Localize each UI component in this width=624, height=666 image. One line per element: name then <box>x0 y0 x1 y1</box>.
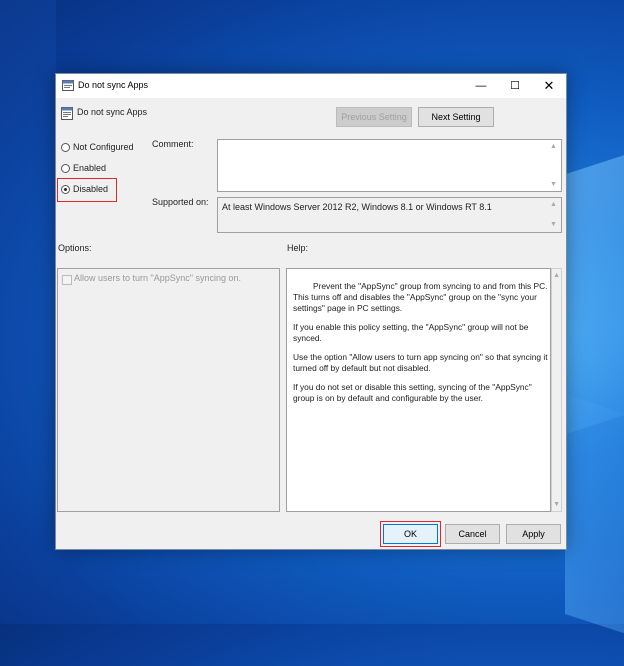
radio-label: Not Configured <box>73 142 134 152</box>
apply-button[interactable]: Apply <box>506 524 561 544</box>
help-panel: Prevent the "AppSync" group from syncing… <box>286 268 551 512</box>
radio-circle[interactable] <box>61 143 70 153</box>
policy-icon <box>62 80 74 91</box>
wallpaper-beam-lower <box>565 394 624 666</box>
scroll-down-icon[interactable]: ▼ <box>553 501 560 508</box>
supported-label: Supported on: <box>152 197 209 207</box>
supported-on-field: At least Windows Server 2012 R2, Windows… <box>217 197 562 233</box>
close-button[interactable]: ✕ <box>532 74 566 98</box>
scroll-up-icon[interactable]: ▲ <box>553 272 560 279</box>
options-label: Options: <box>58 243 92 253</box>
previous-setting-button[interactable]: Previous Setting <box>336 107 412 127</box>
help-paragraph: If you do not set or disable this settin… <box>293 382 532 403</box>
title-bar: Do not sync Apps — ☐ ✕ <box>56 74 566 98</box>
supported-on-value: At least Windows Server 2012 R2, Windows… <box>222 202 492 212</box>
radio-not-configured[interactable]: Not Configured <box>61 140 134 154</box>
comment-textarea[interactable] <box>217 139 562 192</box>
setting-icon <box>61 107 73 120</box>
policy-dialog: Do not sync Apps — ☐ ✕ Do not sync Apps … <box>55 73 567 550</box>
highlight-disabled <box>57 178 117 202</box>
highlight-ok <box>380 521 441 547</box>
wallpaper-shade <box>0 0 56 624</box>
wallpaper-beam-upper <box>560 124 624 436</box>
radio-label: Enabled <box>73 163 107 173</box>
scroll-up-icon[interactable]: ▲ <box>550 201 564 208</box>
window-title: Do not sync Apps <box>78 80 149 90</box>
help-paragraph: Use the option "Allow users to turn app … <box>293 352 548 373</box>
help-text: Prevent the "AppSync" group from syncing… <box>293 281 549 412</box>
scroll-down-icon[interactable]: ▼ <box>550 221 564 228</box>
radio-enabled[interactable]: Enabled <box>61 161 106 175</box>
next-setting-button[interactable]: Next Setting <box>418 107 494 127</box>
comment-label: Comment: <box>152 139 194 149</box>
maximize-button[interactable]: ☐ <box>498 74 532 98</box>
help-paragraph: If you enable this policy setting, the "… <box>293 322 529 343</box>
scroll-down-icon[interactable]: ▼ <box>550 181 564 188</box>
cancel-button[interactable]: Cancel <box>445 524 500 544</box>
radio-circle[interactable] <box>61 164 70 174</box>
setting-title: Do not sync Apps <box>77 107 148 117</box>
help-paragraph: Prevent the "AppSync" group from syncing… <box>293 281 548 313</box>
options-panel: Allow users to turn "AppSync" syncing on… <box>57 268 280 512</box>
scroll-up-icon[interactable]: ▲ <box>550 143 564 150</box>
allow-appsync-checkbox[interactable] <box>62 275 72 285</box>
allow-appsync-label: Allow users to turn "AppSync" syncing on… <box>74 273 241 283</box>
help-scrollbar[interactable]: ▲ ▼ <box>551 268 562 512</box>
minimize-button[interactable]: — <box>464 74 498 98</box>
help-label: Help: <box>287 243 309 253</box>
